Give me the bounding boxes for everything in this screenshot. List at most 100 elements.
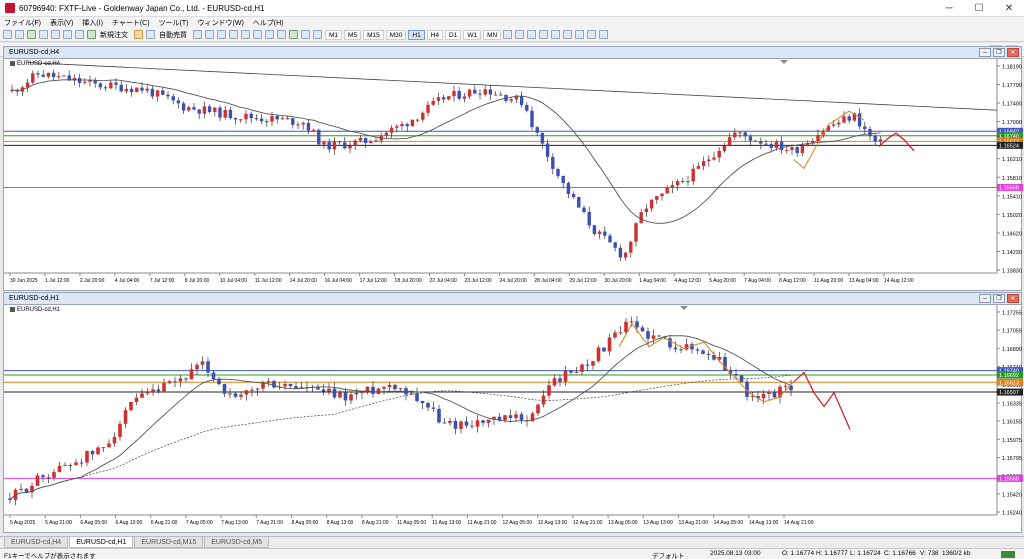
candle-body (398, 388, 403, 390)
chart-shift-icon[interactable] (277, 30, 286, 39)
candle-body (779, 141, 784, 151)
candle-body (436, 97, 441, 101)
candle-body (288, 383, 293, 387)
new-order-button[interactable]: 新規注文 (100, 30, 128, 40)
menu-view[interactable]: 表示(V) (50, 18, 73, 28)
menu-help[interactable]: ヘルプ(H) (253, 18, 284, 28)
horizontal-line-icon[interactable] (539, 30, 549, 39)
candle-body (384, 132, 389, 136)
price-chart-h1[interactable]: 1.172551.170551.168901.167401.165151.163… (4, 305, 1023, 533)
candle-body (753, 140, 758, 142)
text-tool-icon[interactable] (587, 30, 597, 39)
tf-d1[interactable]: D1 (445, 29, 462, 40)
navigator-icon[interactable] (51, 30, 60, 39)
chart-window-h1[interactable]: EURUSD-cd,H1 ─ ❐ ✕ EURUSD-cd,H1 1.17255 1… (3, 292, 1023, 533)
candle-body (244, 113, 248, 120)
zoom-out-icon[interactable] (241, 30, 250, 39)
menu-file[interactable]: ファイル(F) (4, 18, 41, 28)
candle-body (795, 147, 799, 154)
chart-window-h4[interactable]: EURUSD-cd,H4 ─ ❐ ✕ EURUSD-cd,H4 1.18190 1… (3, 46, 1023, 291)
menu-chart[interactable]: チャート(C) (112, 18, 150, 28)
line-chart-icon[interactable] (217, 30, 226, 39)
chart-minimize-button[interactable]: ─ (979, 294, 991, 303)
candle-body (602, 347, 606, 352)
time-tick-label: 1 Aug 04:00 (639, 278, 666, 284)
vertical-line-icon[interactable] (527, 30, 537, 39)
minimize-button[interactable]: ─ (934, 0, 964, 17)
tester-icon[interactable] (75, 30, 84, 39)
market-watch-icon[interactable] (27, 30, 36, 39)
candle-body (640, 327, 645, 332)
profiles-icon[interactable] (15, 30, 24, 39)
status-help: F1キーでヘルプが表示されます (4, 553, 96, 559)
time-tick-label: 2 Jul 20:00 (80, 278, 105, 284)
candle-body (556, 169, 560, 176)
tf-m30[interactable]: M30 (385, 29, 407, 40)
tf-h4[interactable]: H4 (426, 29, 443, 40)
trendline-icon[interactable] (551, 30, 561, 39)
menu-insert[interactable]: 挿入(I) (82, 18, 103, 28)
time-tick-label: 7 Aug 05:00 (186, 520, 213, 526)
arrow-tool-icon[interactable] (599, 30, 609, 39)
candle-body (623, 252, 628, 258)
channel-icon[interactable] (563, 30, 573, 39)
tile-windows-icon[interactable] (253, 30, 262, 39)
candle-body (77, 78, 82, 83)
tab-eurusd-h4[interactable]: EURUSD-cd,H4 (4, 537, 69, 548)
candlestick-icon[interactable] (205, 30, 214, 39)
fibonacci-icon[interactable] (575, 30, 585, 39)
price-chart-h4[interactable]: 1.181901.177901.174001.170001.166101.162… (4, 59, 1023, 291)
candle-body (140, 393, 144, 398)
indicators-icon[interactable] (289, 30, 298, 39)
bar-chart-icon[interactable] (193, 30, 202, 39)
new-order-icon[interactable] (87, 30, 96, 39)
candle-body (695, 349, 700, 351)
crosshair-icon[interactable] (515, 30, 525, 39)
auto-trade-button[interactable]: 自動売買 (159, 30, 187, 40)
tab-eurusd-m5[interactable]: EURUSD-cd,M5 (204, 537, 270, 548)
candle-body (431, 407, 436, 409)
tf-h1[interactable]: H1 (408, 29, 425, 40)
periods-icon[interactable] (301, 30, 310, 39)
tab-eurusd-m15[interactable]: EURUSD-cd,M15 (134, 537, 204, 548)
candle-body (421, 112, 425, 120)
tf-m15[interactable]: M15 (363, 29, 384, 40)
candle-body (123, 410, 128, 424)
close-button[interactable]: ✕ (994, 0, 1024, 17)
autoscroll-icon[interactable] (265, 30, 274, 39)
metaeditor-icon[interactable] (134, 30, 143, 39)
chart-restore-button[interactable]: ❐ (993, 48, 1005, 57)
candle-body (150, 88, 155, 97)
candle-body (873, 135, 877, 142)
chart-minimize-button[interactable]: ─ (979, 48, 991, 57)
tf-m5[interactable]: M5 (344, 29, 362, 40)
cursor-icon[interactable] (503, 30, 513, 39)
candle-body (266, 381, 271, 383)
terminal-icon[interactable] (63, 30, 72, 39)
candle-body (189, 369, 194, 380)
tf-mn[interactable]: MN (483, 29, 502, 40)
candle-body (200, 361, 205, 365)
chart-close-button[interactable]: ✕ (1007, 48, 1019, 57)
price-tick-label: 1.15420 (1002, 492, 1022, 498)
price-tick-label: 1.18190 (1002, 65, 1022, 71)
tf-m1[interactable]: M1 (325, 29, 343, 40)
chart-restore-button[interactable]: ❐ (993, 294, 1005, 303)
zoom-in-icon[interactable] (229, 30, 238, 39)
new-chart-icon[interactable] (3, 30, 12, 39)
candle-body (244, 390, 249, 395)
status-profile: デフォルト (652, 553, 685, 559)
price-tick-label: 1.17055 (1002, 329, 1022, 335)
menu-tools[interactable]: ツール(T) (159, 18, 189, 28)
autotrade-icon[interactable] (146, 30, 155, 39)
candle-body (426, 403, 430, 408)
menu-window[interactable]: ウィンドウ(W) (198, 18, 244, 28)
chart-close-button[interactable]: ✕ (1007, 294, 1019, 303)
maximize-button[interactable]: ☐ (964, 0, 994, 17)
templates-icon[interactable] (313, 30, 322, 39)
candle-body (206, 361, 210, 373)
tf-w1[interactable]: W1 (463, 29, 482, 40)
data-window-icon[interactable] (39, 30, 48, 39)
candle-body (415, 393, 419, 402)
tab-eurusd-h1[interactable]: EURUSD-cd,H1 (69, 537, 134, 548)
